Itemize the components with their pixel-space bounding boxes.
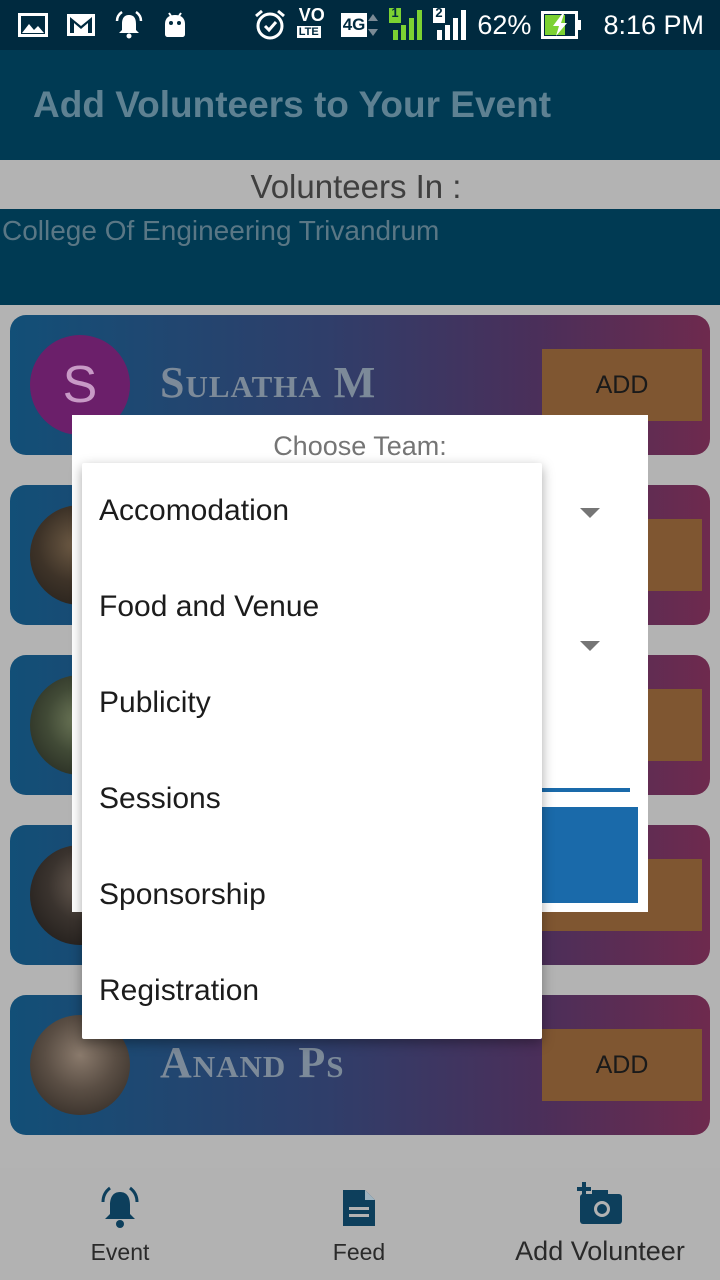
signal-sim1-icon: 1	[389, 5, 423, 42]
bottom-navigation: Event Feed Add Volunteer	[0, 1168, 720, 1280]
android-icon	[162, 12, 188, 38]
alarm-bell-icon	[114, 11, 144, 39]
clock-time: 8:16 PM	[603, 9, 704, 40]
add-volunteer-button[interactable]: ADD	[542, 1029, 702, 1101]
nav-event[interactable]: Event	[40, 1168, 200, 1280]
nav-add-volunteer[interactable]: Add Volunteer	[500, 1168, 700, 1280]
college-selector[interactable]: College Of Engineering Trivandrum	[0, 209, 720, 305]
page-title: Add Volunteers to Your Event	[33, 84, 552, 125]
dropdown-option[interactable]: Registration	[82, 943, 542, 1039]
dropdown-arrow-icon[interactable]	[580, 508, 600, 518]
dropdown-arrow-icon[interactable]	[580, 641, 600, 651]
dialog-title: Choose Team:	[273, 431, 447, 461]
dropdown-option[interactable]: Sponsorship	[82, 847, 542, 943]
alarm-clock-icon	[253, 8, 287, 42]
volunteers-in-label: Volunteers In :	[250, 168, 462, 205]
status-bar: VO LTE 4G 1 2 62% 8:16 PM	[0, 0, 720, 50]
dialog-confirm-button[interactable]	[542, 807, 638, 903]
college-name: College Of Engineering Trivandrum	[2, 215, 440, 246]
network-4g-icon: 4G	[340, 12, 380, 38]
volte-icon: VO LTE	[296, 5, 325, 38]
add-photo-icon	[576, 1182, 624, 1231]
nav-event-label: Event	[90, 1239, 150, 1265]
dropdown-option[interactable]: Sessions	[82, 751, 542, 847]
bell-icon	[98, 1186, 142, 1235]
battery-charging-icon	[541, 11, 582, 39]
dropdown-option[interactable]: Publicity	[82, 655, 542, 751]
nav-feed-label: Feed	[332, 1239, 386, 1265]
gallery-icon	[18, 13, 48, 37]
team-dropdown-menu: Accomodation Food and Venue Publicity Se…	[82, 463, 542, 1039]
add-volunteer-button[interactable]: ADD	[542, 349, 702, 421]
document-icon	[341, 1188, 377, 1233]
volunteer-name: Sulatha M	[160, 358, 377, 407]
signal-sim2-icon: 2	[433, 5, 467, 42]
input-underline	[542, 788, 630, 792]
battery-percent: 62%	[477, 9, 532, 40]
nav-feed[interactable]: Feed	[279, 1168, 439, 1280]
app-bar: Add Volunteers to Your Event	[0, 50, 720, 160]
gmail-icon	[66, 13, 96, 37]
nav-add-volunteer-label: Add Volunteer	[515, 1236, 685, 1266]
dropdown-option[interactable]: Food and Venue	[82, 559, 542, 655]
volunteer-name: Anand Ps	[160, 1038, 345, 1087]
dropdown-option[interactable]: Accomodation	[82, 463, 542, 559]
